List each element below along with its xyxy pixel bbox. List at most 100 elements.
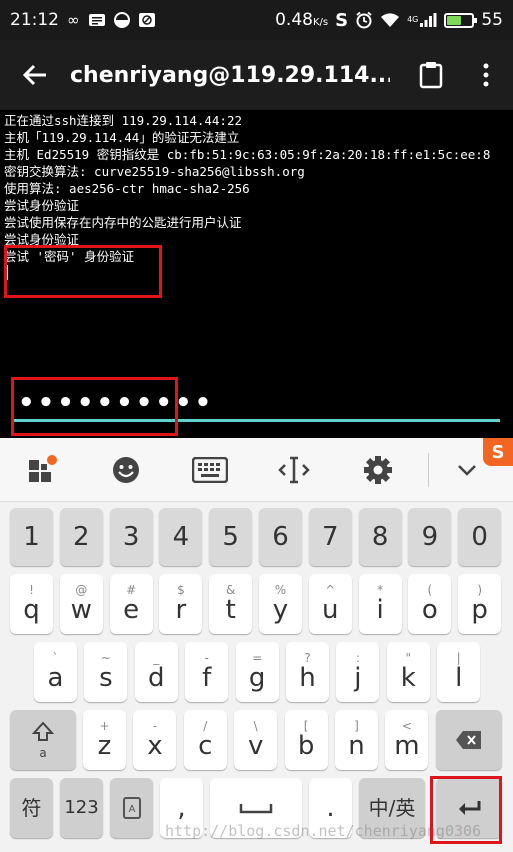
emoji-icon (113, 456, 139, 483)
key-label: x (147, 731, 163, 761)
key-3[interactable]: 3 (109, 508, 153, 566)
key-label: k (400, 663, 416, 693)
key-label: t (225, 595, 236, 625)
key-p[interactable]: ) p (458, 574, 502, 634)
key-7[interactable]: 7 (308, 508, 352, 566)
more-options-button[interactable] (458, 40, 513, 110)
key-label: e (123, 595, 140, 625)
status-time: 21:12 (10, 10, 59, 30)
key-label: 6 (272, 522, 289, 552)
key-1[interactable]: 1 (10, 508, 53, 566)
key-i[interactable]: * i (358, 574, 402, 634)
key-label: 4 (172, 522, 190, 552)
key-label: . (326, 793, 335, 823)
key-label: d (148, 663, 165, 693)
symbol-key[interactable]: 符 (10, 778, 53, 838)
key-x[interactable]: -x (133, 710, 177, 770)
input-method-key[interactable]: A (110, 778, 153, 838)
gear-icon (364, 455, 392, 484)
key-8[interactable]: 8 (358, 508, 402, 566)
highlight-box-password (11, 377, 178, 436)
emoji-button[interactable] (84, 438, 168, 502)
infinity-icon: ∞ (67, 11, 80, 29)
alarm-icon (355, 11, 373, 29)
key-o[interactable]: (o (408, 574, 452, 634)
key-label: g (248, 663, 266, 693)
number-mode-key[interactable]: 123 (60, 778, 103, 838)
space-icon (239, 804, 273, 814)
key-label: p (471, 595, 488, 625)
key-z[interactable]: + z (83, 710, 126, 770)
backspace-key[interactable] (436, 710, 502, 770)
signal-icon: 4G (407, 12, 437, 28)
key-5[interactable]: 5 (209, 508, 253, 566)
key-v[interactable]: \ v (234, 710, 278, 770)
key-label: v (247, 731, 264, 761)
key-4[interactable]: 4 (159, 508, 203, 566)
key-6[interactable]: 6 (259, 508, 302, 566)
key-r[interactable]: $ r (159, 574, 203, 634)
half-circle-icon (113, 12, 130, 28)
key-u[interactable]: ^ u (308, 574, 352, 634)
svg-text:A: A (128, 804, 135, 815)
key-s[interactable]: ~ s (84, 642, 128, 702)
key-0[interactable]: 0 (458, 508, 502, 566)
key-label: 123 (64, 797, 99, 818)
shift-sub-label: a (39, 746, 47, 760)
terminal-line: 正在通过ssh连接到 119.29.114.44:22 (4, 113, 243, 128)
key-y[interactable]: % y (259, 574, 302, 634)
clipboard-button[interactable] (403, 40, 458, 110)
key-label: 7 (322, 522, 339, 552)
key-label: n (348, 731, 365, 761)
key-9[interactable]: 9 (408, 508, 452, 566)
key-t[interactable]: & t (209, 574, 253, 634)
key-e[interactable]: # e (109, 574, 153, 634)
keyboard-switch-button[interactable] (168, 438, 252, 502)
key-label: m (394, 731, 420, 761)
status-bar: 21:12 ∞ 0.48K/s S 4G 55 (0, 0, 513, 40)
battery-icon (444, 12, 478, 28)
key-f[interactable]: -f (185, 642, 229, 702)
key-q[interactable]: ! q (10, 574, 53, 634)
key-g[interactable]: = g (235, 642, 279, 702)
cursor-icon (278, 456, 310, 483)
apps-button[interactable] (0, 438, 84, 502)
app-bar: chenriyang@119.29.114... (0, 40, 513, 110)
key-m[interactable]: < m (385, 710, 429, 770)
terminal-line: 密钥交换算法: curve25519-sha256@libssh.org (4, 164, 305, 179)
key-j[interactable]: :j (336, 642, 380, 702)
key-label: 5 (222, 522, 239, 552)
network-speed: 0.48K/s (275, 10, 329, 30)
keyboard-toolbar (0, 438, 513, 502)
key-2[interactable]: 2 (59, 508, 103, 566)
key-label: r (175, 595, 187, 625)
key-l[interactable]: | l (437, 642, 481, 702)
toolbar-divider (428, 452, 429, 487)
key-label: b (297, 731, 315, 761)
key-a[interactable]: ` a (34, 642, 77, 702)
back-button[interactable] (0, 40, 70, 110)
key-n[interactable]: ] n (335, 710, 378, 770)
key-w[interactable]: @ w (59, 574, 103, 634)
backspace-icon (456, 731, 481, 749)
wifi-icon (380, 12, 400, 28)
key-c[interactable]: / c (183, 710, 227, 770)
key-k[interactable]: " k (386, 642, 430, 702)
arrow-left-icon (22, 64, 46, 86)
key-label: , (177, 793, 186, 823)
more-vert-icon (483, 63, 488, 87)
key-label: q (23, 595, 40, 625)
key-h[interactable]: ? h (286, 642, 329, 702)
apps-icon (29, 454, 57, 482)
key-label: 2 (73, 522, 90, 552)
settings-button[interactable] (336, 438, 420, 502)
chevron-down-icon (458, 464, 476, 476)
key-d[interactable]: _ d (134, 642, 178, 702)
shift-key[interactable]: a (10, 710, 76, 770)
key-b[interactable]: [b (284, 710, 328, 770)
cursor-move-button[interactable] (252, 438, 336, 502)
key-label: z (97, 731, 112, 761)
terminal-line: 尝试使用保存在内存中的公匙进行用户认证 (4, 215, 242, 230)
key-label: 8 (371, 522, 389, 552)
key-label: 中/英 (368, 796, 416, 820)
